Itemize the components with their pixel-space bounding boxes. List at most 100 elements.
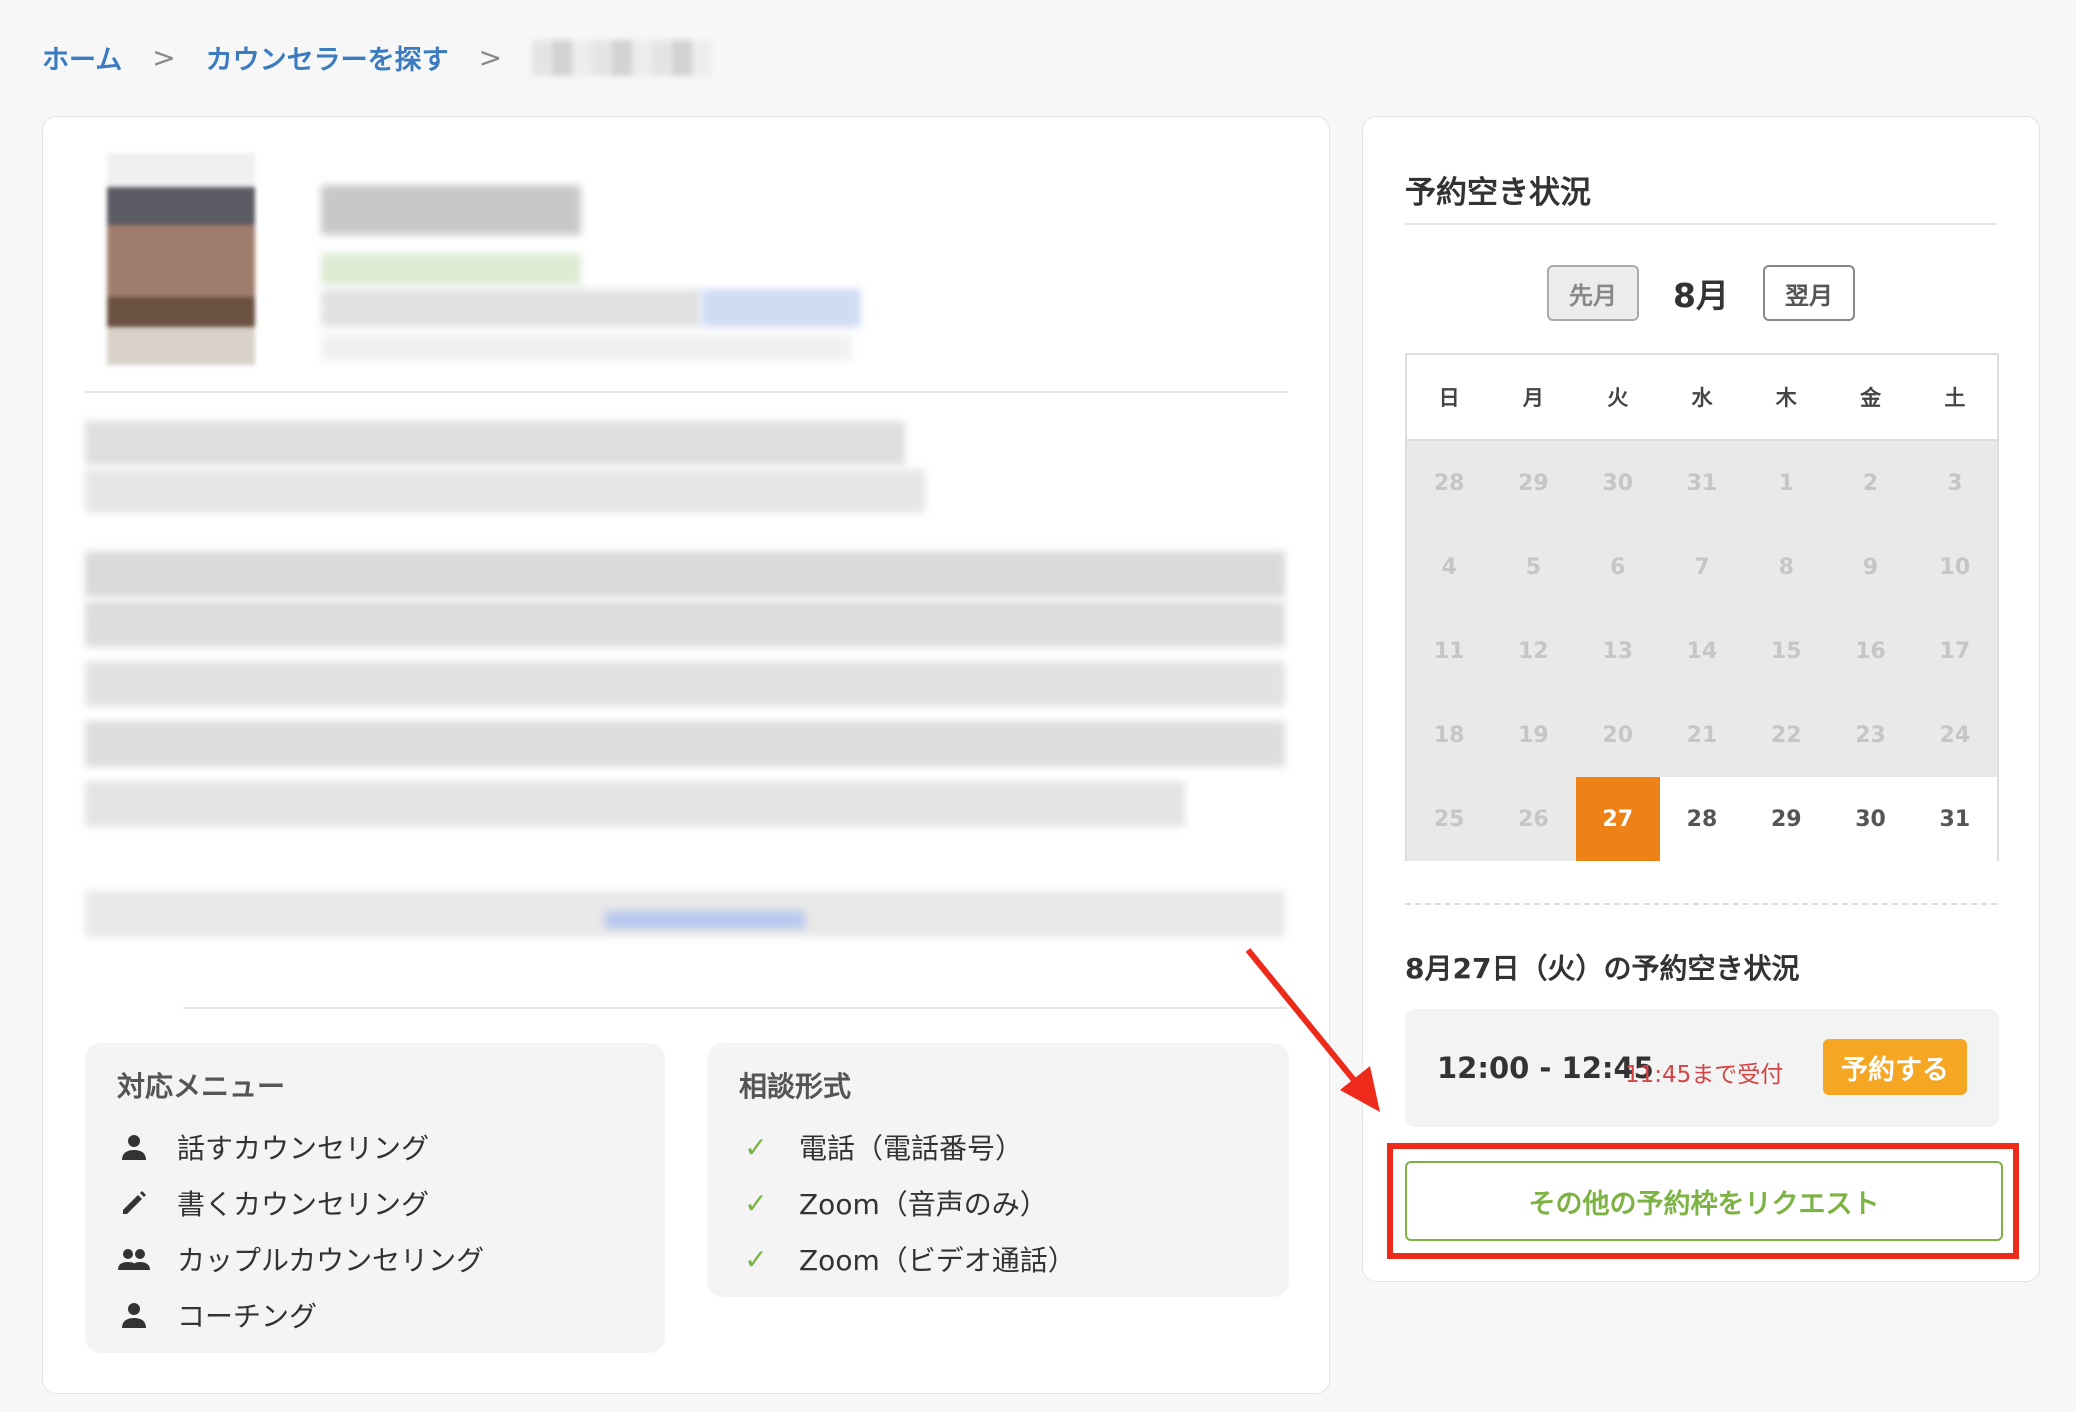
chevron-right-icon: > [478, 41, 503, 74]
format-item-label: Zoom（ビデオ通話） [799, 1244, 1076, 1277]
request-other-slot-button[interactable]: その他の予約枠をリクエスト [1405, 1161, 2003, 1241]
calendar-day: 28 [1407, 441, 1492, 525]
calendar-day: 14 [1659, 609, 1745, 693]
counselor-profile-card: 対応メニュー 話すカウンセリング 書くカウンセリング カップルカウンセリング コ… [42, 116, 1330, 1394]
slot-divider [1405, 903, 1997, 905]
calendar-day: 22 [1744, 693, 1829, 777]
format-item: ✓ 電話（電話番号） [739, 1119, 1257, 1175]
person-icon [117, 1300, 151, 1330]
calendar-day[interactable]: 29 [1744, 777, 1829, 861]
calendar-day-selected[interactable]: 27 [1575, 777, 1660, 861]
consultation-format-box: 相談形式 ✓ 電話（電話番号） ✓ Zoom（音声のみ） ✓ Zoom（ビデオ通… [707, 1043, 1289, 1297]
calendar-day: 13 [1575, 609, 1660, 693]
check-icon: ✓ [744, 1242, 768, 1276]
menu-item: 書くカウンセリング [117, 1175, 633, 1231]
annotation-arrow-icon [1245, 948, 1380, 1112]
calendar-day: 24 [1912, 693, 1997, 777]
calendar-day: 25 [1407, 777, 1492, 861]
calendar-week-row: 4 5 6 7 8 9 10 [1407, 525, 1997, 609]
calendar-day: 31 [1659, 441, 1745, 525]
weekday-label: 日 [1438, 386, 1460, 410]
format-item-label: 電話（電話番号） [799, 1132, 1024, 1165]
calendar: 日 月 火 水 木 金 土 28 29 30 31 1 2 3 4 5 6 7 8 9 10 11 12 13 1… [1405, 353, 1999, 861]
calendar-day: 4 [1407, 525, 1492, 609]
breadcrumb-current-redacted [532, 39, 713, 76]
calendar-day[interactable]: 30 [1828, 777, 1913, 861]
format-item: ✓ Zoom（音声のみ） [739, 1175, 1257, 1231]
breadcrumb-home-link[interactable]: ホーム [42, 38, 122, 77]
counselor-bio-redacted [85, 421, 1285, 1006]
calendar-day: 11 [1407, 609, 1492, 693]
menu-item-label: 話すカウンセリング [177, 1132, 430, 1165]
calendar-day: 10 [1912, 525, 1997, 609]
calendar-day: 21 [1659, 693, 1745, 777]
book-button[interactable]: 予約する [1823, 1039, 1967, 1095]
weekday-label: 木 [1775, 386, 1797, 410]
breadcrumb: ホーム > カウンセラーを探す > [42, 38, 713, 77]
calendar-day: 12 [1491, 609, 1576, 693]
slot-deadline: 11:45まで受付 [1625, 1062, 1784, 1088]
calendar-day: 3 [1912, 441, 1997, 525]
calendar-day[interactable]: 31 [1912, 777, 1997, 861]
weekday-label: 金 [1860, 386, 1882, 410]
availability-card: 予約空き状況 先月 8月 翌月 日 月 火 水 木 金 土 28 29 30 31 1 2… [1362, 116, 2040, 1282]
check-icon: ✓ [744, 1186, 768, 1220]
calendar-weekday-header: 日 月 火 水 木 金 土 [1407, 355, 1997, 441]
people-icon [117, 1244, 151, 1274]
counselor-name-redacted [321, 185, 881, 365]
calendar-day: 19 [1491, 693, 1576, 777]
format-item-label: Zoom（音声のみ） [799, 1188, 1048, 1221]
counselor-avatar [107, 153, 255, 365]
weekday-label: 月 [1522, 386, 1544, 410]
calendar-week-row: 25 26 27 28 29 30 31 [1407, 777, 1997, 861]
format-item: ✓ Zoom（ビデオ通話） [739, 1231, 1257, 1287]
weekday-label: 土 [1944, 386, 1966, 410]
calendar-day: 30 [1575, 441, 1660, 525]
calendar-day[interactable]: 28 [1659, 777, 1745, 861]
calendar-day: 7 [1659, 525, 1745, 609]
availability-title: 予約空き状況 [1405, 175, 1591, 211]
calendar-day: 8 [1744, 525, 1829, 609]
person-icon [117, 1132, 151, 1162]
calendar-day: 23 [1828, 693, 1913, 777]
calendar-day: 17 [1912, 609, 1997, 693]
format-title: 相談形式 [739, 1070, 852, 1103]
check-icon: ✓ [744, 1130, 768, 1164]
chevron-right-icon: > [152, 41, 176, 74]
slot-date-title: 8月27日（火）の予約空き状況 [1405, 952, 1800, 985]
breadcrumb-search-link[interactable]: カウンセラーを探す [206, 38, 449, 77]
calendar-day: 16 [1828, 609, 1913, 693]
calendar-day: 29 [1491, 441, 1576, 525]
menu-item: カップルカウンセリング [117, 1231, 633, 1287]
pencil-icon [117, 1188, 151, 1218]
menu-item-label: 書くカウンセリング [177, 1188, 430, 1221]
calendar-week-row: 18 19 20 21 22 23 24 [1407, 693, 1997, 777]
menu-item: 話すカウンセリング [117, 1119, 633, 1175]
calendar-day: 18 [1407, 693, 1492, 777]
calendar-day: 15 [1744, 609, 1829, 693]
menu-item: コーチング [117, 1287, 633, 1343]
profile-divider [85, 391, 1287, 393]
calendar-day: 20 [1575, 693, 1660, 777]
calendar-day: 1 [1744, 441, 1829, 525]
menu-item-label: カップルカウンセリング [177, 1244, 485, 1277]
prev-month-button[interactable]: 先月 [1547, 265, 1640, 321]
calendar-day: 9 [1828, 525, 1913, 609]
calendar-week-row: 28 29 30 31 1 2 3 [1407, 441, 1997, 525]
month-navigation: 先月 8月 翌月 [1363, 265, 2039, 321]
availability-divider [1405, 223, 1997, 225]
current-month-label: 8月 [1673, 276, 1729, 315]
menu-title: 対応メニュー [117, 1070, 286, 1103]
next-month-button[interactable]: 翌月 [1762, 265, 1855, 321]
calendar-day: 26 [1491, 777, 1576, 861]
calendar-week-row: 11 12 13 14 15 16 17 [1407, 609, 1997, 693]
weekday-label: 火 [1607, 386, 1629, 410]
menu-item-label: コーチング [177, 1300, 318, 1333]
calendar-day: 2 [1828, 441, 1913, 525]
calendar-day: 5 [1491, 525, 1576, 609]
slot-time: 12:00 - 12:45 [1437, 1051, 1654, 1085]
calendar-days: 28 29 30 31 1 2 3 4 5 6 7 8 9 10 11 12 13 14 15 16 17 18 19 20 2… [1407, 441, 1997, 861]
time-slot: 12:00 - 12:45 11:45まで受付 予約する [1405, 1009, 1999, 1127]
calendar-day: 6 [1575, 525, 1660, 609]
menu-box: 対応メニュー 話すカウンセリング 書くカウンセリング カップルカウンセリング コ… [85, 1043, 665, 1353]
